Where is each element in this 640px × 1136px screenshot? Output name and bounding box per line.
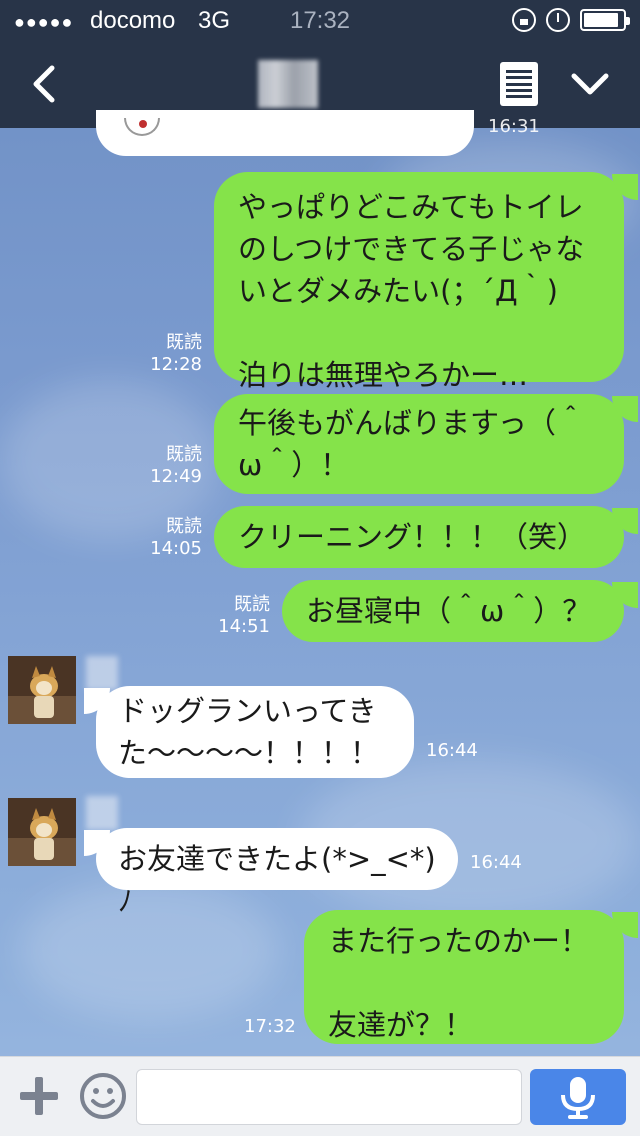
message-bubble-partial[interactable] xyxy=(96,110,474,156)
message-meta: 既読 14:51 xyxy=(208,594,270,638)
friend-message-bubble[interactable]: お友達できたよ(*>_<*)ﾉ xyxy=(96,828,458,918)
message-time: 16:44 xyxy=(470,852,522,873)
message-time: 14:51 xyxy=(218,616,270,637)
friend-avatar[interactable] xyxy=(8,798,76,866)
read-receipt: 既読 xyxy=(166,332,202,353)
microphone-icon xyxy=(561,1077,595,1119)
friend-name-blurred xyxy=(86,656,118,690)
message-time: 14:05 xyxy=(150,538,202,559)
voice-button[interactable] xyxy=(530,1069,626,1125)
alarm-icon xyxy=(546,8,570,32)
chat-menu-button[interactable] xyxy=(500,62,538,106)
message-meta: 既読 12:49 xyxy=(140,444,202,488)
rotation-lock-icon xyxy=(512,8,536,32)
message-meta: 既読 14:05 xyxy=(140,516,202,560)
message-input-bar xyxy=(0,1056,640,1136)
friend-name-blurred xyxy=(86,796,118,830)
read-receipt: 既読 xyxy=(166,444,202,465)
contact-name-blurred[interactable] xyxy=(258,60,318,108)
my-message-bubble[interactable]: また行ったのかー！ 友達が？！ xyxy=(304,910,624,1044)
friend-avatar[interactable] xyxy=(8,656,76,724)
message-time: 16:44 xyxy=(426,740,478,761)
my-message-bubble[interactable]: お昼寝中（＾ω＾）？ xyxy=(282,580,624,642)
my-message-bubble[interactable]: やっぱりどこみてもトイレ のしつけできてる子じゃな いとダメみたい(；´Д｀) … xyxy=(214,172,624,392)
read-receipt: 既読 xyxy=(234,594,270,615)
message-input[interactable] xyxy=(136,1069,522,1125)
friend-message-bubble[interactable]: ドッグランいってき た〜〜〜〜！！！！ xyxy=(96,686,414,778)
back-button[interactable] xyxy=(22,60,70,108)
message-time: 16:31 xyxy=(488,116,540,137)
battery-icon xyxy=(580,9,630,31)
message-time: 12:28 xyxy=(150,354,202,375)
status-bar: ●●●●● docomo 3G 17:32 xyxy=(0,0,640,40)
read-receipt: 既読 xyxy=(166,516,202,537)
expand-button[interactable] xyxy=(566,60,614,108)
my-message-bubble[interactable]: クリーニング！！！（笑） xyxy=(214,506,624,568)
smiley-icon[interactable] xyxy=(78,1071,128,1121)
status-icons xyxy=(512,8,630,32)
message-time: 12:49 xyxy=(150,466,202,487)
message-time: 17:32 xyxy=(244,1016,296,1037)
message-meta: 既読 12:28 xyxy=(140,332,202,376)
plus-icon[interactable] xyxy=(18,1075,60,1117)
my-message-bubble[interactable]: 午後もがんばりますっ（＾ ω＾）！ xyxy=(214,394,624,494)
